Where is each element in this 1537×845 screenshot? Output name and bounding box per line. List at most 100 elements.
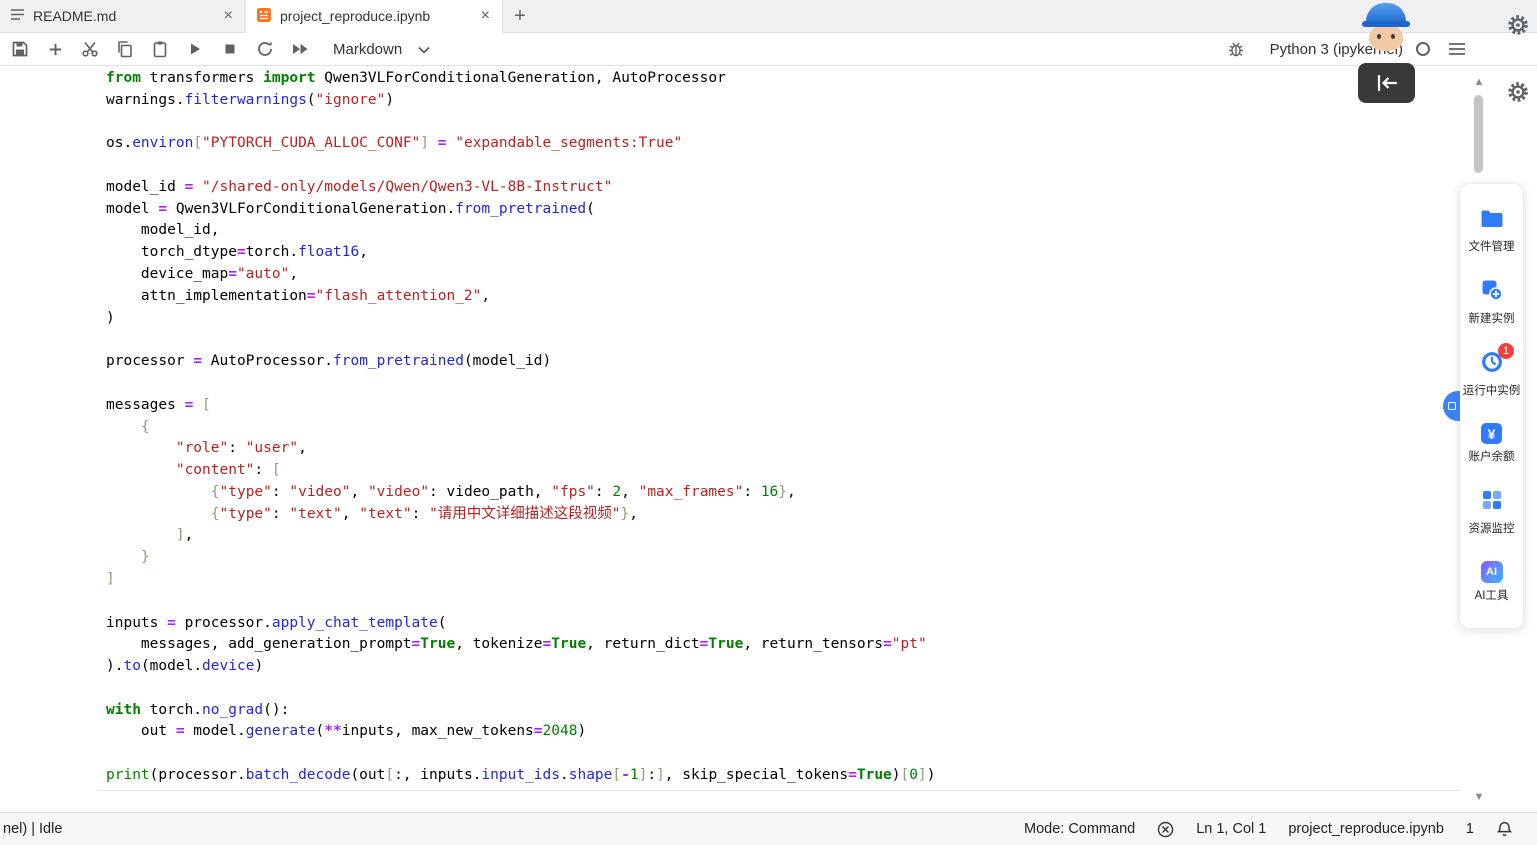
avatar-face <box>1369 25 1403 51</box>
new-tab-button[interactable]: + <box>503 0 537 32</box>
code-line: "role": "user", <box>175 440 307 457</box>
panel-item-label: 资源监控 <box>1468 523 1515 535</box>
code-line: with torch.no_grad(): <box>106 701 290 718</box>
code-line: messages = [ <box>106 396 211 413</box>
code-line: print(processor.batch_decode(out[:, inpu… <box>106 767 936 783</box>
code-line: from transformers import Qwen3VLForCondi… <box>106 70 726 86</box>
panel-item-label: 文件管理 <box>1468 241 1515 253</box>
right-tool-panel: 文件管理 新建实例 1 运行中实例 ¥ 账户余额 资源监控 AI AI工具 <box>1443 183 1524 629</box>
code-line: warnings.filterwarnings("ignore") <box>106 91 395 108</box>
cell-type-label: Markdown <box>333 40 403 58</box>
notebook-toolbar: Markdown Python 3 (ipykernel) <box>0 33 1537 66</box>
folder-icon <box>1480 209 1504 234</box>
code-line: {"type": "video", "video": video_path, "… <box>210 483 796 500</box>
file-lines-icon <box>10 8 25 24</box>
debugger-bug-icon[interactable] <box>1222 36 1250 62</box>
avatar[interactable] <box>1360 2 1412 52</box>
kernel-status-icon <box>1416 42 1430 56</box>
stop-kernel-button[interactable] <box>216 36 244 62</box>
code-line: model = Qwen3VLForConditionalGeneration.… <box>106 200 595 217</box>
avatar-eye <box>1377 34 1381 39</box>
panel-item-resource-monitor[interactable]: 资源监控 <box>1460 489 1523 536</box>
code-line: torch_dtype=torch.float16, <box>106 244 368 261</box>
monitor-grid-icon <box>1481 489 1503 516</box>
tab-notebook[interactable]: project_reproduce.ipynb × <box>246 0 503 33</box>
code-line: {"type": "text", "text": "请用中文详细描述这段视频"}… <box>210 505 639 522</box>
copy-cells-button[interactable] <box>111 36 139 62</box>
panel-item-file-manager[interactable]: 文件管理 <box>1460 209 1523 254</box>
circled-x-icon[interactable] <box>1157 821 1174 838</box>
bell-icon[interactable] <box>1496 821 1513 838</box>
code-line: device_map="auto", <box>106 266 299 283</box>
code-line: model_id = "/shared-only/models/Qwen/Qwe… <box>106 178 613 195</box>
image-icon <box>1447 402 1456 410</box>
settings-gear-icon[interactable] <box>1505 12 1531 38</box>
code-line: inputs = processor.apply_chat_template( <box>106 614 447 631</box>
tab-label: project_reproduce.ipynb <box>280 8 431 24</box>
panel-item-account-balance[interactable]: ¥ 账户余额 <box>1460 423 1523 464</box>
status-filename: project_reproduce.ipynb <box>1288 821 1444 837</box>
panel-item-ai-tools[interactable]: AI AI工具 <box>1460 561 1523 603</box>
cut-cells-button[interactable] <box>76 36 104 62</box>
code-line: processor = AutoProcessor.from_pretraine… <box>106 353 552 370</box>
code-line: model_id, <box>106 222 220 239</box>
cursor-position[interactable]: Ln 1, Col 1 <box>1196 821 1266 837</box>
ai-tools-icon: AI <box>1480 561 1503 583</box>
status-bar-right: Mode: Command Ln 1, Col 1 project_reprod… <box>1024 821 1537 838</box>
toolbar-right-group: Python 3 (ipykernel) <box>1222 36 1478 62</box>
code-line: "content": [ <box>175 462 281 479</box>
close-tab-icon[interactable]: × <box>479 8 492 24</box>
code-cell[interactable]: from transformers import Qwen3VLForCondi… <box>97 66 1460 791</box>
hamburger-menu-icon[interactable] <box>1443 36 1471 62</box>
code-line: messages, add_generation_prompt=True, to… <box>106 636 927 653</box>
code-line: ] <box>106 570 115 587</box>
code-line: os.environ["PYTORCH_CUDA_ALLOC_CONF"] = … <box>106 135 683 152</box>
notification-count[interactable]: 1 <box>1466 821 1474 837</box>
panel-item-label: 运行中实例 <box>1462 385 1521 397</box>
collapse-panel-button[interactable] <box>1358 63 1415 103</box>
code-line: attn_implementation="flash_attention_2", <box>106 287 491 304</box>
code-line: } <box>140 549 150 566</box>
run-cell-button[interactable] <box>181 36 209 62</box>
arrow-left-to-bar-icon <box>1377 75 1397 91</box>
code-line: ).to(model.device) <box>106 658 264 675</box>
save-button[interactable] <box>6 36 34 62</box>
scrollbar-thumb[interactable] <box>1474 95 1483 173</box>
paste-cells-button[interactable] <box>146 36 174 62</box>
panel-item-label: AI工具 <box>1474 590 1509 602</box>
run-all-button[interactable] <box>286 36 314 62</box>
status-bar: nel) | Idle Mode: Command Ln 1, Col 1 pr… <box>0 812 1537 845</box>
scroll-down-icon[interactable]: ▼ <box>1470 790 1488 804</box>
panel-item-label: 账户余额 <box>1468 451 1515 463</box>
notification-badge: 1 <box>1498 343 1514 359</box>
balance-yen-icon: ¥ <box>1481 423 1502 444</box>
scroll-up-icon[interactable]: ▲ <box>1470 75 1488 89</box>
cell-type-dropdown[interactable]: Markdown <box>329 36 434 62</box>
mode-indicator[interactable]: Mode: Command <box>1024 821 1135 837</box>
settings-gear-icon[interactable] <box>1505 79 1531 105</box>
insert-cell-button[interactable] <box>41 36 69 62</box>
panel-item-label: 新建实例 <box>1468 313 1515 325</box>
tab-bar: README.md × project_reproduce.ipynb × + <box>0 0 1537 33</box>
close-tab-icon[interactable]: × <box>222 8 235 24</box>
avatar-helmet-brim <box>1362 21 1410 27</box>
panel-item-new-instance[interactable]: 新建实例 <box>1460 279 1523 326</box>
avatar-eye <box>1391 34 1395 39</box>
code-line: { <box>140 418 150 435</box>
code-line: ], <box>175 527 194 544</box>
code-line: out = model.generate(**inputs, max_new_t… <box>106 723 587 740</box>
notebook-icon <box>256 7 272 26</box>
restart-kernel-button[interactable] <box>251 36 279 62</box>
code-line: ) <box>106 309 115 326</box>
panel-item-running-instances[interactable]: 1 运行中实例 <box>1460 343 1523 398</box>
tab-readme[interactable]: README.md × <box>0 0 246 32</box>
kernel-idle-status: nel) | Idle <box>3 821 63 837</box>
new-instance-icon <box>1481 279 1503 306</box>
tab-label: README.md <box>33 8 117 24</box>
